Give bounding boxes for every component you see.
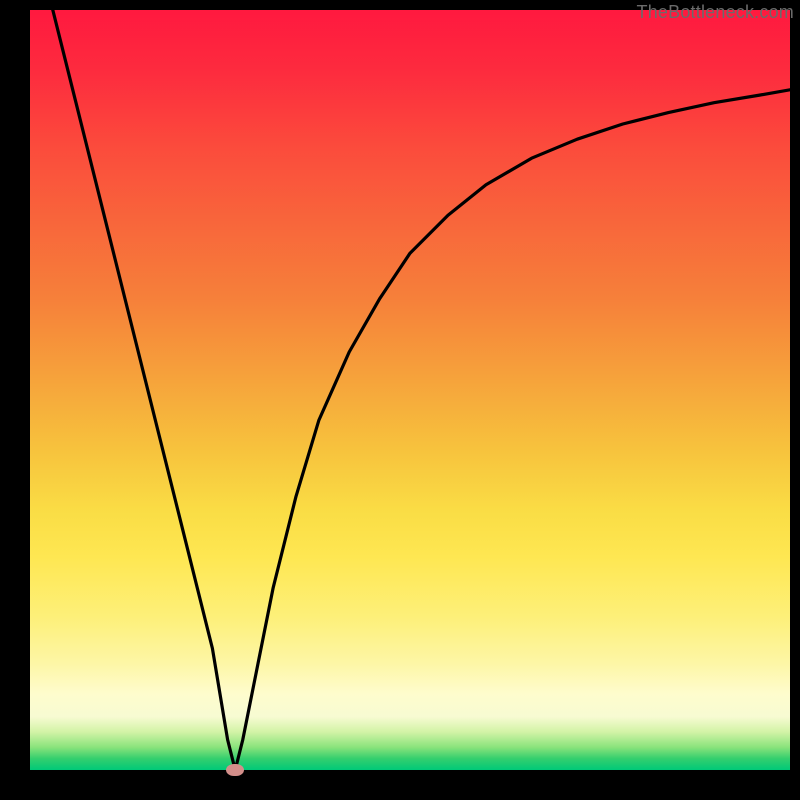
chart-frame: TheBottleneck.com: [0, 0, 800, 800]
attribution-text: TheBottleneck.com: [637, 2, 794, 23]
vertex-marker: [226, 764, 244, 776]
plot-area: [30, 10, 790, 770]
bottleneck-curve: [30, 10, 790, 770]
